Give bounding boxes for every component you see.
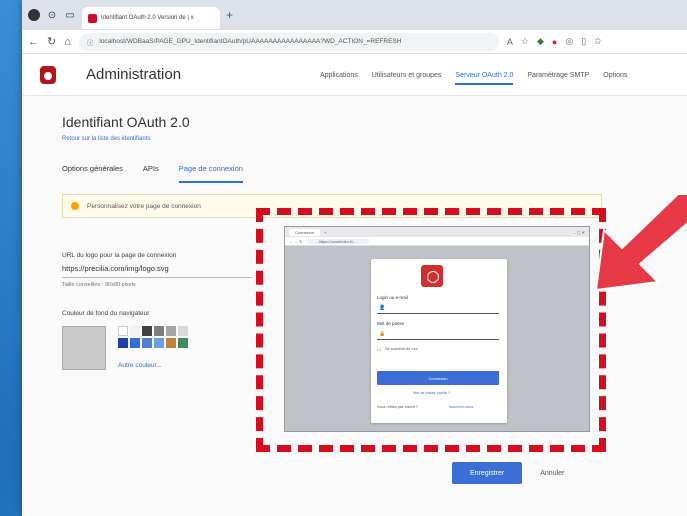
extension-icon[interactable]: ● — [552, 37, 557, 47]
menu-users-groups[interactable]: Utilisateurs et groupes — [372, 72, 442, 79]
color-swatch[interactable] — [178, 326, 188, 336]
browser-tab[interactable]: Identifiant OAuth 2.0 Version de | x — [82, 7, 220, 29]
color-swatch[interactable] — [166, 326, 176, 336]
color-swatch[interactable] — [130, 326, 140, 336]
selected-color-swatch[interactable] — [62, 326, 106, 370]
info-icon: ⓘ — [86, 39, 94, 47]
color-palette — [118, 326, 188, 348]
save-button[interactable]: Enregistrer — [452, 462, 523, 484]
reload-icon[interactable]: ↻ — [47, 35, 56, 48]
info-text: Personnalisez votre page de connexion — [87, 202, 201, 210]
cancel-button[interactable]: Annuler — [540, 470, 564, 477]
warning-icon — [71, 202, 79, 210]
tab-apis[interactable]: APIs — [143, 164, 159, 183]
tab-favicon-icon — [88, 13, 97, 23]
color-swatch[interactable] — [178, 338, 188, 348]
color-swatch[interactable] — [154, 338, 164, 348]
read-aloud-icon[interactable]: A — [507, 37, 513, 47]
menu-smtp[interactable]: Paramétrage SMTP — [527, 72, 589, 79]
app-logo-icon — [40, 65, 56, 84]
logo-url-label: URL du logo pour la page de connexion — [62, 252, 177, 259]
color-swatch[interactable] — [142, 326, 152, 336]
address-bar-row: ← ↻ ⌂ ⓘ localhost/WDBaaS/PAGE_GPU_Identi… — [22, 30, 687, 54]
color-swatch[interactable] — [154, 326, 164, 336]
bg-color-label: Couleur de fond du navigateur — [62, 310, 150, 317]
settings-tabs: Options générales APIs Page de connexion — [62, 164, 243, 183]
highlight-dashed-frame — [256, 208, 606, 452]
browser-window: ⊙ ▭ Identifiant OAuth 2.0 Version de | x… — [22, 0, 687, 516]
url-text: localhost/WDBaaS/PAGE_GPU_IdentifiantOAu… — [99, 38, 402, 45]
color-swatch[interactable] — [118, 338, 128, 348]
logo-url-input[interactable]: https://precilia.com/img/logo.svg — [62, 264, 252, 278]
color-swatch[interactable] — [142, 338, 152, 348]
favorites-icon[interactable]: ✩ — [594, 36, 602, 47]
extension-shield-icon[interactable]: ◆ — [537, 36, 544, 47]
menu-options[interactable]: Options — [603, 72, 627, 79]
browser-menu-icon[interactable] — [28, 9, 40, 21]
menu-applications[interactable]: Applications — [320, 72, 358, 79]
highlight-arrow-icon — [596, 194, 687, 292]
app-title: Administration — [86, 66, 182, 83]
main-menu: Applications Utilisateurs et groupes Ser… — [320, 54, 627, 96]
tab-general-options[interactable]: Options générales — [62, 164, 123, 183]
back-to-list-link[interactable]: Retour sur la liste des identifiants — [62, 136, 150, 142]
app-header: Administration Applications Utilisateurs… — [22, 54, 687, 96]
page-content: Identifiant OAuth 2.0 Retour sur la list… — [22, 96, 687, 516]
other-color-link[interactable]: Autre couleur... — [118, 362, 162, 369]
color-swatch[interactable] — [118, 326, 128, 336]
browser-tab-bar: ⊙ ▭ Identifiant OAuth 2.0 Version de | x… — [22, 0, 687, 30]
back-arrow-icon[interactable]: ← — [28, 36, 39, 48]
workspaces-icon[interactable]: ⊙ — [46, 9, 58, 21]
color-swatch[interactable] — [166, 338, 176, 348]
tab-login-page[interactable]: Page de connexion — [178, 164, 243, 183]
page-title: Identifiant OAuth 2.0 — [62, 114, 190, 130]
url-field[interactable]: ⓘ localhost/WDBaaS/PAGE_GPU_IdentifiantO… — [78, 32, 499, 51]
color-swatch[interactable] — [130, 338, 140, 348]
tab-title: Identifiant OAuth 2.0 Version de | x — [101, 15, 194, 21]
home-icon[interactable]: ⌂ — [64, 36, 71, 48]
tab-actions-icon[interactable]: ▭ — [64, 9, 76, 21]
menu-oauth-server[interactable]: Serveur OAuth 2.0 — [455, 72, 514, 85]
extension-settings-icon[interactable]: ◎ — [565, 36, 573, 47]
form-actions: Enregistrer Annuler — [452, 462, 564, 484]
split-screen-icon[interactable]: ▯ — [581, 36, 586, 47]
favorite-star-icon[interactable]: ☆ — [521, 36, 529, 47]
new-tab-icon[interactable]: + — [226, 8, 233, 22]
logo-size-hint: Taille conseillée : 80x80 pixels — [62, 282, 136, 288]
